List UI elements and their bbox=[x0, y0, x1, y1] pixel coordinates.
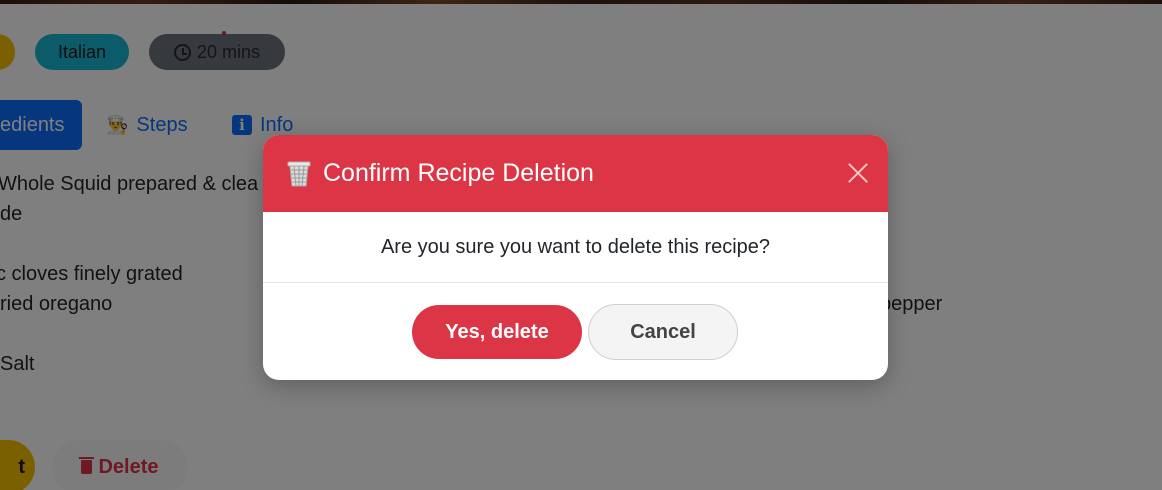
close-icon[interactable] bbox=[847, 162, 869, 184]
dialog-header: Confirm Recipe Deletion bbox=[263, 135, 888, 212]
dialog-message: Are you sure you want to delete this rec… bbox=[380, 235, 771, 258]
dialog-body: Are you sure you want to delete this rec… bbox=[263, 212, 888, 283]
confirm-delete-button[interactable]: Yes, delete bbox=[412, 305, 582, 359]
wastebasket-icon bbox=[287, 161, 311, 186]
confirm-delete-dialog: Confirm Recipe Deletion Are you sure you… bbox=[263, 135, 888, 380]
cancel-button[interactable]: Cancel bbox=[588, 304, 738, 360]
dialog-title: Confirm Recipe Deletion bbox=[323, 159, 594, 187]
dialog-footer: Yes, delete Cancel bbox=[263, 283, 888, 380]
